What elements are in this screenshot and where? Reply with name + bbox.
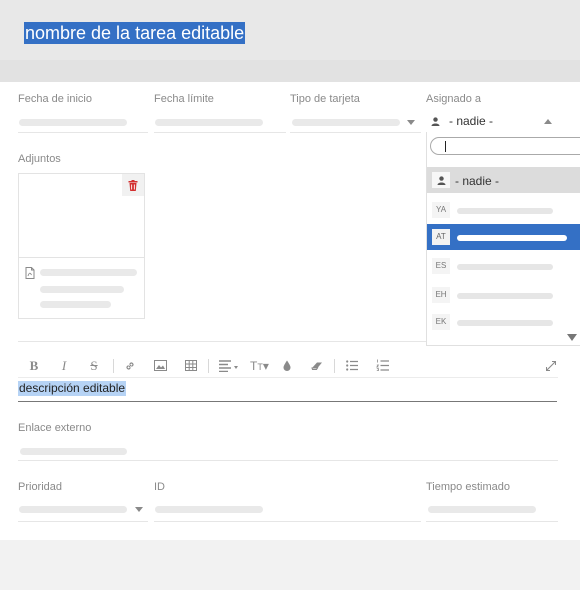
eraser-icon[interactable] <box>311 361 324 371</box>
start-date-input[interactable] <box>19 119 127 126</box>
assignee-option[interactable]: EK <box>427 309 580 335</box>
assignee-dropdown: - nadie - YA AT ES EH EK <box>426 132 580 346</box>
assignee-option[interactable]: EH <box>427 282 580 308</box>
due-date-label: Fecha límite <box>154 93 214 105</box>
link-icon[interactable] <box>124 360 136 372</box>
user-name-placeholder <box>457 208 553 214</box>
header-shadow <box>0 60 580 82</box>
trash-icon <box>128 179 138 191</box>
card-type-label: Tipo de tarjeta <box>290 93 360 105</box>
numbered-list-icon[interactable] <box>376 359 389 371</box>
start-date-underline <box>18 132 148 133</box>
italic-icon[interactable]: I <box>57 358 71 374</box>
id-input[interactable] <box>155 506 263 513</box>
expand-icon[interactable] <box>546 361 556 371</box>
user-icon <box>432 172 450 188</box>
strikethrough-icon[interactable]: S <box>87 358 101 374</box>
toolbar-separator <box>208 359 209 373</box>
table-icon[interactable] <box>185 360 197 371</box>
assignee-option-label: - nadie - <box>455 174 500 188</box>
assignee-option[interactable]: YA <box>427 197 580 223</box>
user-initials-badge: YA <box>432 202 450 218</box>
bullet-list-icon[interactable] <box>346 360 358 371</box>
delete-attachment-button[interactable] <box>122 174 144 196</box>
user-initials-badge: EH <box>432 287 450 303</box>
toolbar-separator <box>334 359 335 373</box>
user-initials-badge: EK <box>432 314 450 330</box>
external-link-underline <box>18 460 558 461</box>
toolbar-separator <box>113 359 114 373</box>
assignee-option[interactable]: ES <box>427 253 580 279</box>
estimated-time-input[interactable] <box>428 506 536 513</box>
assignee-option-selected[interactable]: AT <box>427 224 580 250</box>
task-title-input[interactable]: nombre de la tarea editable <box>24 22 246 44</box>
description-underline <box>18 401 557 402</box>
estimated-time-label: Tiempo estimado <box>426 481 510 493</box>
color-icon[interactable] <box>283 360 291 371</box>
attachment-name-placeholder <box>40 269 137 276</box>
priority-label: Prioridad <box>18 481 63 493</box>
title-bar: nombre de la tarea editable <box>0 0 580 60</box>
card-type-caret-icon[interactable] <box>407 120 415 125</box>
priority-caret-icon[interactable] <box>135 507 143 512</box>
id-underline <box>154 521 421 522</box>
attachment-date-placeholder <box>40 301 111 308</box>
scroll-down-icon[interactable] <box>567 334 577 341</box>
text-size-icon[interactable]: TT▾ <box>250 358 272 374</box>
assignee-search-input[interactable] <box>430 137 580 155</box>
user-initials-badge: AT <box>432 229 450 245</box>
toolbar-underline <box>18 377 558 378</box>
card-type-select[interactable] <box>292 119 400 126</box>
align-icon[interactable] <box>219 360 239 372</box>
assigned-to-select[interactable]: - nadie - <box>426 112 580 132</box>
start-date-label: Fecha de inicio <box>18 93 92 105</box>
task-editor-page: nombre de la tarea editable Fecha de ini… <box>0 0 580 590</box>
assignee-option-none[interactable]: - nadie - <box>427 167 580 193</box>
bold-icon[interactable]: B <box>27 358 41 374</box>
assigned-to-caret-icon[interactable] <box>544 119 552 124</box>
user-initials-badge: ES <box>432 258 450 274</box>
user-name-placeholder <box>457 320 553 326</box>
user-name-placeholder <box>457 235 567 241</box>
attachment-card[interactable] <box>18 173 145 319</box>
attachment-size-placeholder <box>40 286 124 293</box>
image-icon[interactable] <box>154 360 167 371</box>
external-link-label: Enlace externo <box>18 422 92 434</box>
priority-underline <box>18 521 148 522</box>
user-name-placeholder <box>457 293 553 299</box>
assigned-to-label: Asignado a <box>426 93 482 105</box>
pdf-file-icon <box>25 267 35 279</box>
external-link-input[interactable] <box>20 448 127 455</box>
priority-select[interactable] <box>19 506 127 513</box>
due-date-underline <box>154 132 286 133</box>
description-editor[interactable]: descripción editable <box>18 381 127 396</box>
assigned-to-value: - nadie - <box>449 114 494 128</box>
due-date-input[interactable] <box>155 119 263 126</box>
attachments-label: Adjuntos <box>18 153 61 165</box>
id-label: ID <box>154 481 165 493</box>
user-icon <box>431 117 440 126</box>
text-cursor <box>445 141 446 152</box>
card-type-underline <box>290 132 421 133</box>
user-name-placeholder <box>457 264 553 270</box>
attachment-thumbnail[interactable] <box>19 174 144 258</box>
estimated-time-underline <box>426 521 558 522</box>
